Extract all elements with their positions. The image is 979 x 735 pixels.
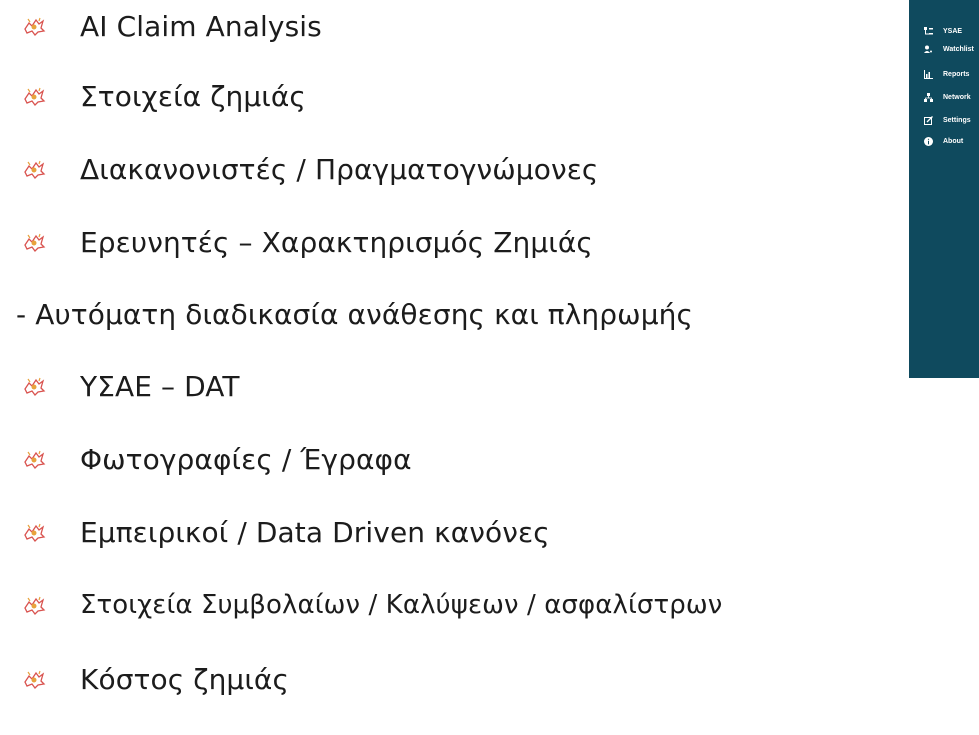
list-item: Κόστος ζημιάς [22,659,289,699]
list-item: Διακανονιστές / Πραγματογνώμονες [22,149,598,189]
list-item-text: Ερευνητές – Χαρακτηρισμός Ζημιάς [80,225,593,259]
list-item: Στοιχεία Συμβολαίων / Καλύψεων / ασφαλίσ… [22,585,722,625]
dragon-icon [24,377,46,396]
hierarchy-icon [924,26,933,34]
info-icon [924,136,933,146]
sidebar-item-label: Settings [943,116,971,124]
dragon-icon [24,450,46,469]
sidebar-item-network[interactable]: Network [909,90,979,104]
dragon-icon [24,87,46,106]
sidebar-item-settings[interactable]: Settings [909,113,979,127]
sidebar-item-label: Network [943,93,971,101]
list-item: Εμπειρικοί / Data Driven κανόνες [22,512,550,552]
list-item: ΥΣΑΕ – DAT [22,366,240,406]
list-item: AI Claim Analysis [22,6,322,46]
bullet-list: AI Claim Analysis Στοιχεία ζημιάς Διακαν… [0,0,979,735]
sidebar-item-about[interactable]: About [909,134,979,148]
dragon-icon [24,233,46,252]
dragon-icon [24,596,46,615]
sidebar-item-watchlist[interactable]: Watchlist [909,42,979,56]
network-icon [924,92,933,102]
list-item: - Αυτόματη διαδικασία ανάθεσης και πληρω… [16,294,693,334]
list-item: Ερευνητές – Χαρακτηρισμός Ζημιάς [22,222,593,262]
users-icon [924,45,932,53]
list-item-text: Διακανονιστές / Πραγματογνώμονες [80,152,599,186]
list-item: Φωτογραφίες / Έγραφα [22,439,412,479]
list-item-text: Εμπειρικοί / Data Driven κανόνες [80,515,550,549]
sidebar-item-label: Watchlist [943,45,974,53]
chart-icon [924,69,933,79]
list-item: Στοιχεία ζημιάς [22,76,306,116]
list-item-text: ΥΣΑΕ – DAT [80,369,240,403]
dragon-icon [24,670,46,689]
edit-icon [924,115,933,125]
sidebar-item-label: About [943,137,964,145]
list-item-text: Στοιχεία Συμβολαίων / Καλύψεων / ασφαλίσ… [80,590,723,620]
list-item-text: - Αυτόματη διαδικασία ανάθεσης και πληρω… [16,297,693,331]
sidebar-item-reports[interactable]: Reports [909,67,979,81]
sidebar-item-label: Reports [943,70,970,78]
list-item-text: Φωτογραφίες / Έγραφα [80,442,412,476]
dragon-icon [24,523,46,542]
dragon-icon [24,160,46,179]
list-item-text: Στοιχεία ζημιάς [80,79,306,113]
list-item-text: AI Claim Analysis [80,9,322,43]
list-item-text: Κόστος ζημιάς [80,662,290,696]
dragon-icon [24,17,46,36]
sidebar-panel: YSAE Watchlist Reports Network Settings … [909,0,979,378]
sidebar-item-label: YSAE [943,27,963,35]
sidebar-item-ysae[interactable]: YSAE [909,24,979,38]
